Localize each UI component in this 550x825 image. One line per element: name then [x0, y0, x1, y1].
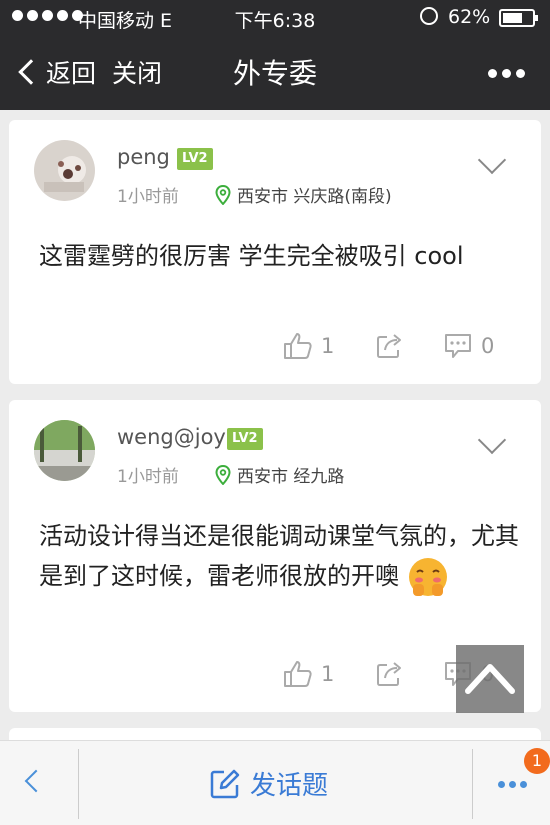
- post-content: 这雷霆劈的很厉害 学生完全被吸引 cool: [39, 242, 464, 270]
- share-icon: [377, 334, 401, 358]
- post-location: 西安市 兴庆路(南段): [215, 182, 392, 207]
- comment-count: 0: [481, 334, 495, 358]
- location-label: 西安市 经九路: [237, 467, 345, 487]
- back-arrow-icon[interactable]: [24, 769, 48, 793]
- bottom-toolbar: 发话题 1: [0, 740, 550, 825]
- like-button[interactable]: 1: [283, 660, 334, 688]
- chevron-down-icon[interactable]: [477, 425, 507, 455]
- like-count: 1: [321, 334, 335, 358]
- new-topic-button[interactable]: 发话题: [210, 765, 328, 802]
- post-card: peng LV2 1小时前 西安市 兴庆路(南段) 这雷霆劈的很厉害 学生完全被…: [9, 120, 541, 384]
- location-pin-icon: [215, 464, 231, 485]
- more-options-button[interactable]: [498, 781, 527, 788]
- username[interactable]: weng@joy: [117, 425, 226, 449]
- post-content: 活动设计得当还是很能调动课堂气氛的，尤其是到了这时候，雷老师很放的开噢: [39, 516, 519, 598]
- avatar[interactable]: [34, 140, 95, 201]
- nav-bar: 返回 关闭 外专委: [0, 36, 550, 110]
- share-button[interactable]: [375, 660, 413, 688]
- embarrassed-emoji-icon: [408, 558, 447, 596]
- divider: [78, 749, 79, 819]
- more-menu-button[interactable]: [488, 69, 525, 78]
- avatar[interactable]: [34, 420, 95, 481]
- level-badge: LV2: [177, 148, 213, 170]
- notification-badge: 1: [524, 748, 550, 774]
- status-bar: 中国移动 E 下午6:38 62%: [0, 0, 550, 36]
- alarm-icon: [420, 7, 438, 25]
- username[interactable]: peng: [117, 145, 170, 169]
- thumbs-up-icon: [284, 661, 312, 687]
- like-count: 1: [321, 662, 335, 686]
- post-location: 西安市 经九路: [215, 462, 344, 487]
- divider: [472, 749, 473, 819]
- battery-icon: [499, 9, 538, 27]
- edit-icon: [210, 769, 240, 798]
- thumbs-up-icon: [284, 333, 312, 359]
- location-label: 西安市 兴庆路(南段): [237, 187, 392, 207]
- post-time: 1小时前: [117, 187, 179, 207]
- battery-percent: 62%: [448, 6, 491, 28]
- chevron-up-icon: [465, 664, 515, 694]
- top-bar: 中国移动 E 下午6:38 62% 返回 关闭 外专委: [0, 0, 550, 110]
- page-title: 外专委: [232, 57, 317, 90]
- post-time: 1小时前: [117, 467, 179, 487]
- scroll-to-top-button[interactable]: [456, 645, 524, 713]
- comment-icon: [445, 334, 471, 358]
- like-button[interactable]: 1: [283, 332, 334, 360]
- new-topic-label: 发话题: [250, 771, 329, 801]
- location-pin-icon: [215, 184, 231, 205]
- share-icon: [377, 662, 401, 686]
- level-badge: LV2: [227, 428, 263, 450]
- comment-button[interactable]: 0: [443, 332, 494, 360]
- share-button[interactable]: [375, 332, 413, 360]
- chevron-down-icon[interactable]: [477, 145, 507, 175]
